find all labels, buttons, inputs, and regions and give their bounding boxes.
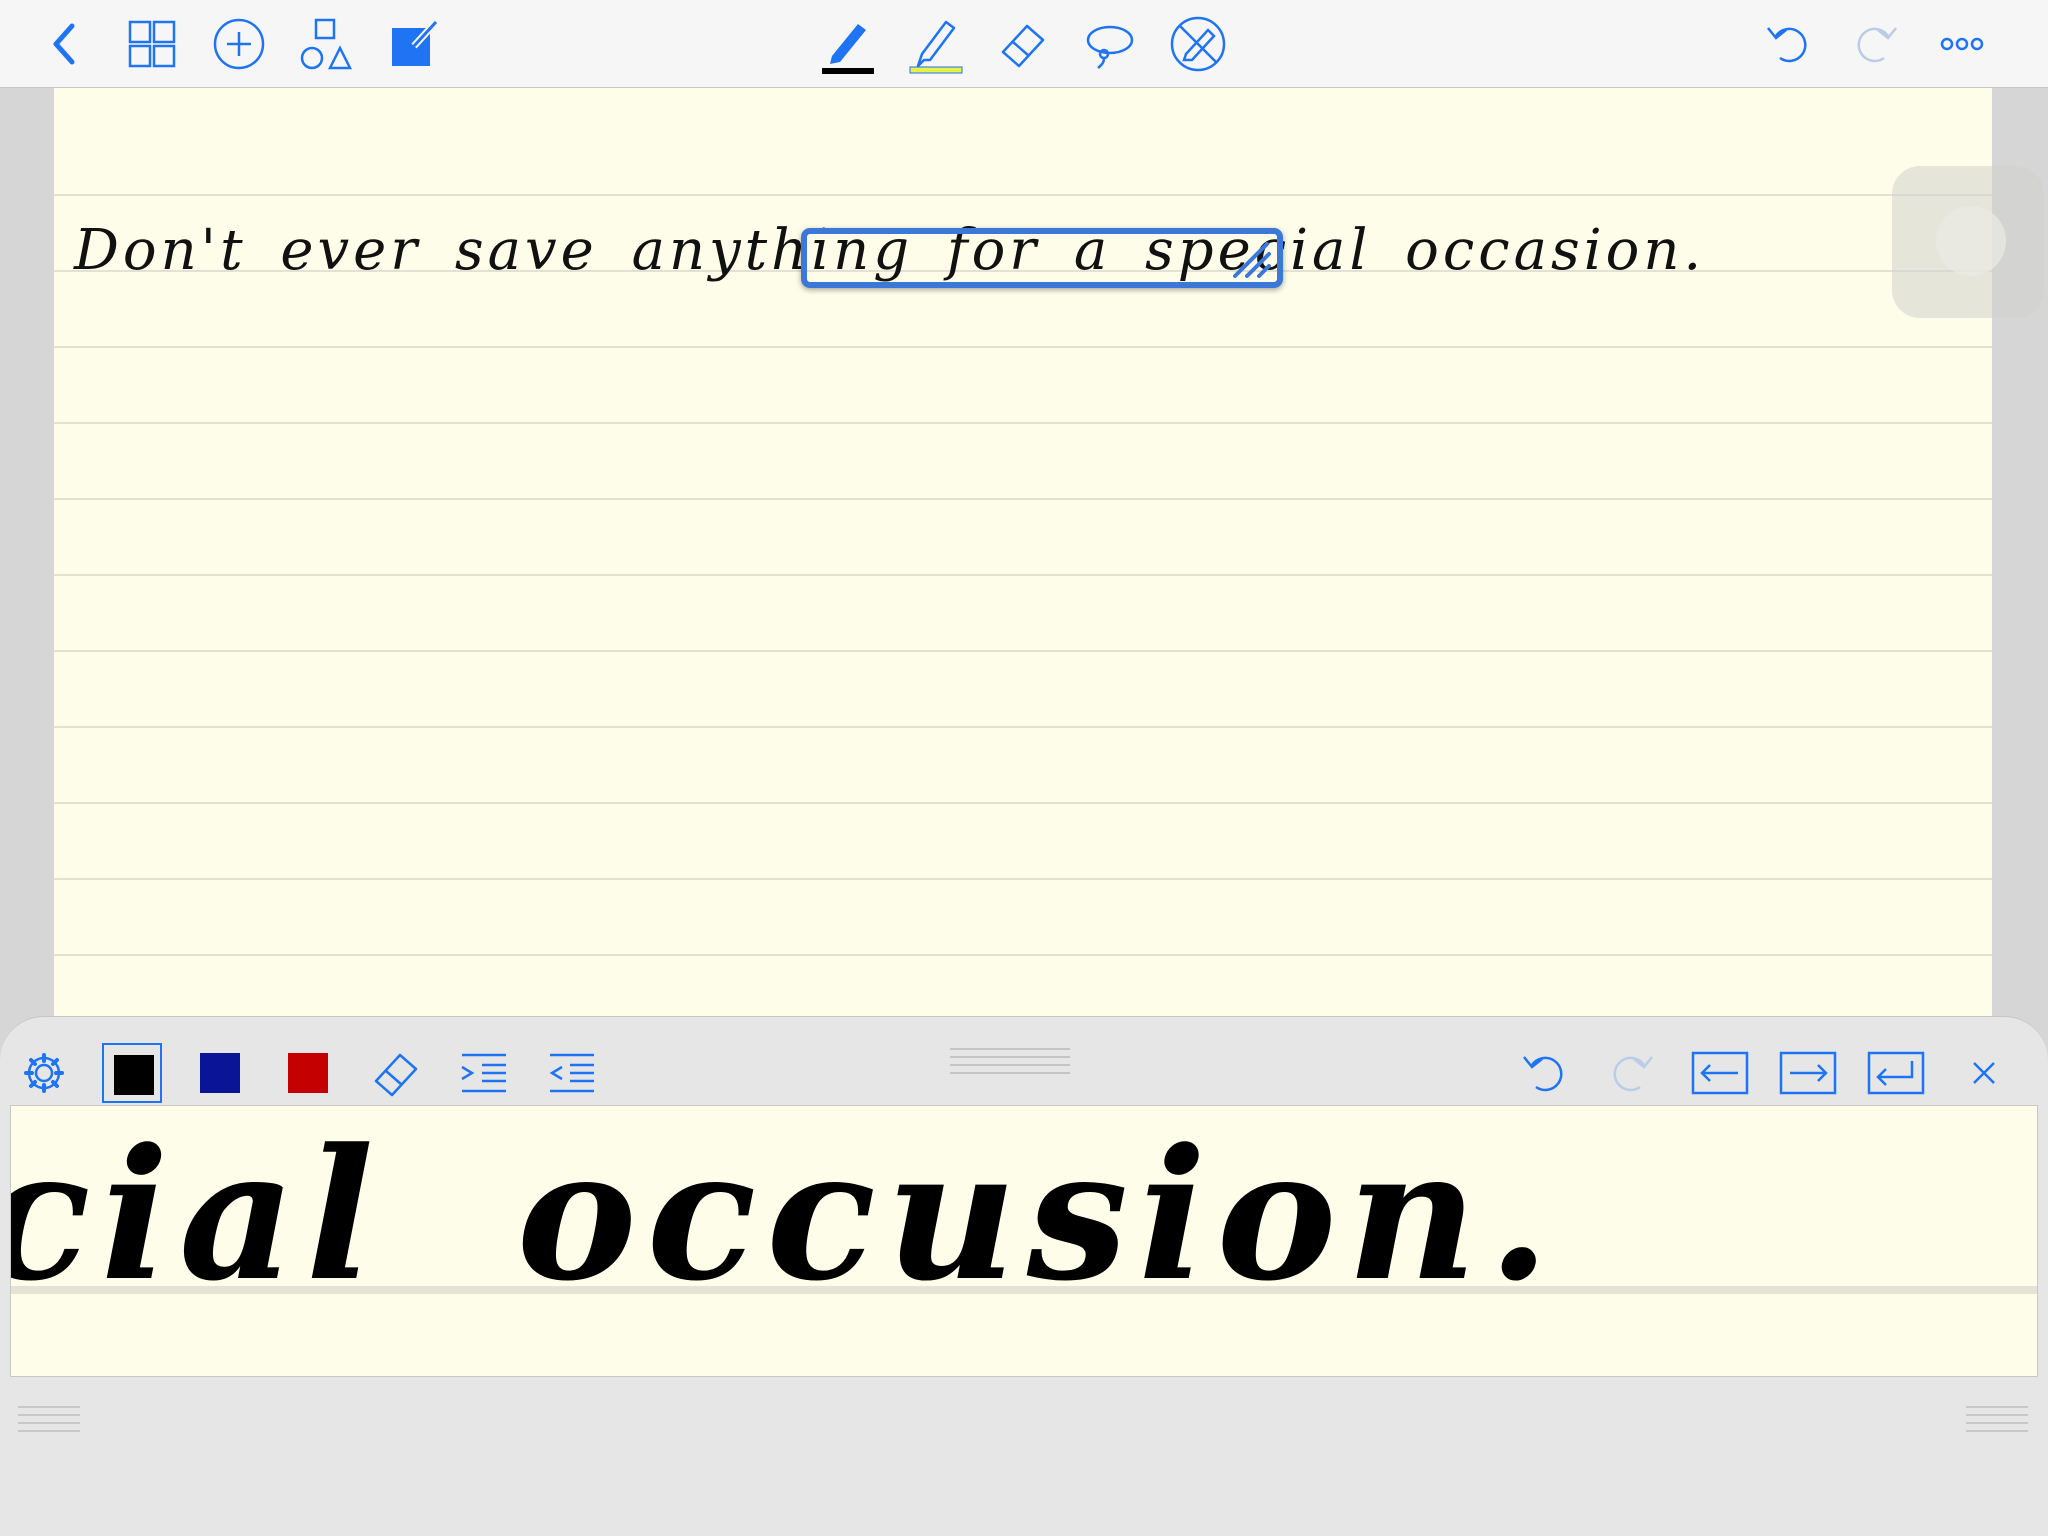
ruled-line <box>54 498 1992 500</box>
left-resize-handle[interactable] <box>18 1403 80 1433</box>
assistive-dot <box>1936 206 2006 276</box>
ruled-line <box>54 194 1992 196</box>
ruled-line <box>54 422 1992 424</box>
floating-assistive-button[interactable] <box>1892 166 2044 318</box>
arrow-left-box-icon <box>1691 1051 1749 1095</box>
grid-icon <box>128 20 176 68</box>
color-swatch-blue[interactable] <box>190 1043 250 1103</box>
plus-circle-icon <box>213 18 265 70</box>
panel-redo-button[interactable] <box>1596 1037 1668 1109</box>
pen-icon <box>822 24 874 74</box>
outdent-button[interactable] <box>536 1037 608 1109</box>
chevron-left-icon <box>53 23 75 65</box>
lasso-icon <box>1086 25 1134 69</box>
resize-grip-icon[interactable] <box>1231 240 1273 280</box>
eraser-tool-button[interactable] <box>987 8 1059 80</box>
undo-button[interactable] <box>1752 8 1824 80</box>
redo-icon <box>1857 27 1897 63</box>
lasso-tool-button[interactable] <box>1074 8 1146 80</box>
blue-color <box>200 1053 240 1093</box>
color-swatch-red[interactable] <box>278 1043 338 1103</box>
new-line-button[interactable] <box>1860 1037 1932 1109</box>
shapes-icon <box>300 18 353 70</box>
panel-undo-button[interactable] <box>1508 1037 1580 1109</box>
shapes-button[interactable] <box>290 8 362 80</box>
color-swatch-black[interactable] <box>102 1043 162 1103</box>
no-pen-icon <box>1170 16 1226 72</box>
close-icon <box>1973 1062 1995 1084</box>
handwriting-panel: cial occusion. <box>0 1016 2048 1536</box>
zoomed-writing-area[interactable]: cial occusion. <box>10 1105 2038 1377</box>
right-resize-handle[interactable] <box>1966 1403 2028 1433</box>
add-button[interactable] <box>203 8 275 80</box>
panel-eraser-button[interactable] <box>360 1037 432 1109</box>
more-button[interactable] <box>1926 8 1998 80</box>
close-panel-button[interactable] <box>1948 1037 2020 1109</box>
highlighter-tool-button[interactable] <box>900 8 972 80</box>
ruled-line <box>54 650 1992 652</box>
indent-button[interactable] <box>448 1037 520 1109</box>
outdent-icon <box>549 1053 594 1093</box>
zoom-window-frame[interactable] <box>801 228 1283 288</box>
ruled-line <box>54 346 1992 348</box>
disable-pen-button[interactable] <box>1162 8 1234 80</box>
undo-icon <box>1767 27 1807 63</box>
red-color <box>288 1053 328 1093</box>
move-right-button[interactable] <box>1772 1037 1844 1109</box>
eraser-icon <box>1001 24 1045 68</box>
return-icon <box>1867 1051 1925 1095</box>
ruled-line <box>54 878 1992 880</box>
notebook-page[interactable]: Don't ever save anything for a special o… <box>54 88 1992 1018</box>
undo-icon <box>1523 1056 1563 1092</box>
ruled-line <box>54 954 1992 956</box>
redo-icon <box>1613 1056 1653 1092</box>
move-left-button[interactable] <box>1684 1037 1756 1109</box>
top-toolbar <box>0 0 2048 88</box>
highlighter-icon <box>909 20 963 74</box>
zoomed-handwriting: cial occusion. <box>10 1110 1561 1321</box>
black-color <box>114 1055 154 1095</box>
edit-button[interactable] <box>378 8 450 80</box>
ruled-line <box>54 726 1992 728</box>
edit-square-icon <box>392 19 439 66</box>
ruled-line <box>54 574 1992 576</box>
drag-handle[interactable] <box>950 1043 1070 1083</box>
arrow-right-box-icon <box>1779 1051 1837 1095</box>
settings-button[interactable] <box>8 1037 80 1109</box>
pen-tool-button[interactable] <box>812 8 884 80</box>
indent-icon <box>461 1053 506 1093</box>
eraser-icon <box>374 1053 418 1097</box>
ruled-line <box>54 802 1992 804</box>
more-icon <box>1940 37 1984 51</box>
redo-button[interactable] <box>1840 8 1912 80</box>
back-button[interactable] <box>30 8 102 80</box>
pages-grid-button[interactable] <box>116 8 188 80</box>
gear-icon <box>24 1053 64 1093</box>
